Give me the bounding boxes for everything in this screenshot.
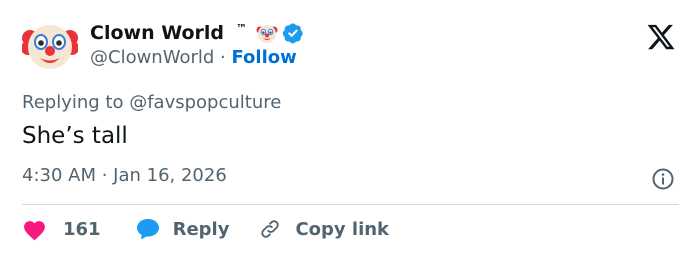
x-logo-icon[interactable] [646, 22, 676, 52]
speech-bubble-icon [136, 219, 159, 240]
tweet-timestamp[interactable]: 4:30 AM · Jan 16, 2026 [22, 165, 227, 186]
follow-button[interactable]: Follow [231, 47, 296, 68]
tweet-text: She’s tall [22, 123, 128, 149]
trademark-symbol: ™ [236, 21, 248, 35]
like-button[interactable]: 161 [22, 218, 101, 241]
replying-to-handle[interactable]: @favspopculture [129, 92, 281, 113]
author-handle[interactable]: @ClownWorld [90, 47, 214, 68]
like-count: 161 [63, 218, 101, 240]
clown-face-icon [256, 25, 278, 43]
heart-icon [24, 220, 45, 240]
reply-label: Reply [172, 218, 230, 240]
info-icon[interactable] [651, 167, 675, 191]
author-name-row: Clown World ™ [90, 20, 304, 46]
copy-link-label: Copy link [295, 218, 390, 240]
copy-link-button[interactable]: Copy link [259, 218, 389, 240]
author-handle-row: @ClownWorld · Follow [90, 47, 297, 68]
clown-face-icon[interactable] [22, 18, 78, 74]
actions-divider [22, 204, 679, 205]
tweet-actions-bar: 161 Reply Copy link [22, 214, 389, 244]
replying-to-line: Replying to @favspopculture [22, 92, 281, 113]
author-display-name[interactable]: Clown World [90, 22, 224, 44]
link-icon [261, 220, 280, 238]
verified-badge-icon[interactable] [282, 22, 304, 44]
reply-button[interactable]: Reply [135, 217, 230, 241]
handle-separator: · [214, 47, 232, 68]
replying-to-prefix: Replying to [22, 92, 130, 113]
